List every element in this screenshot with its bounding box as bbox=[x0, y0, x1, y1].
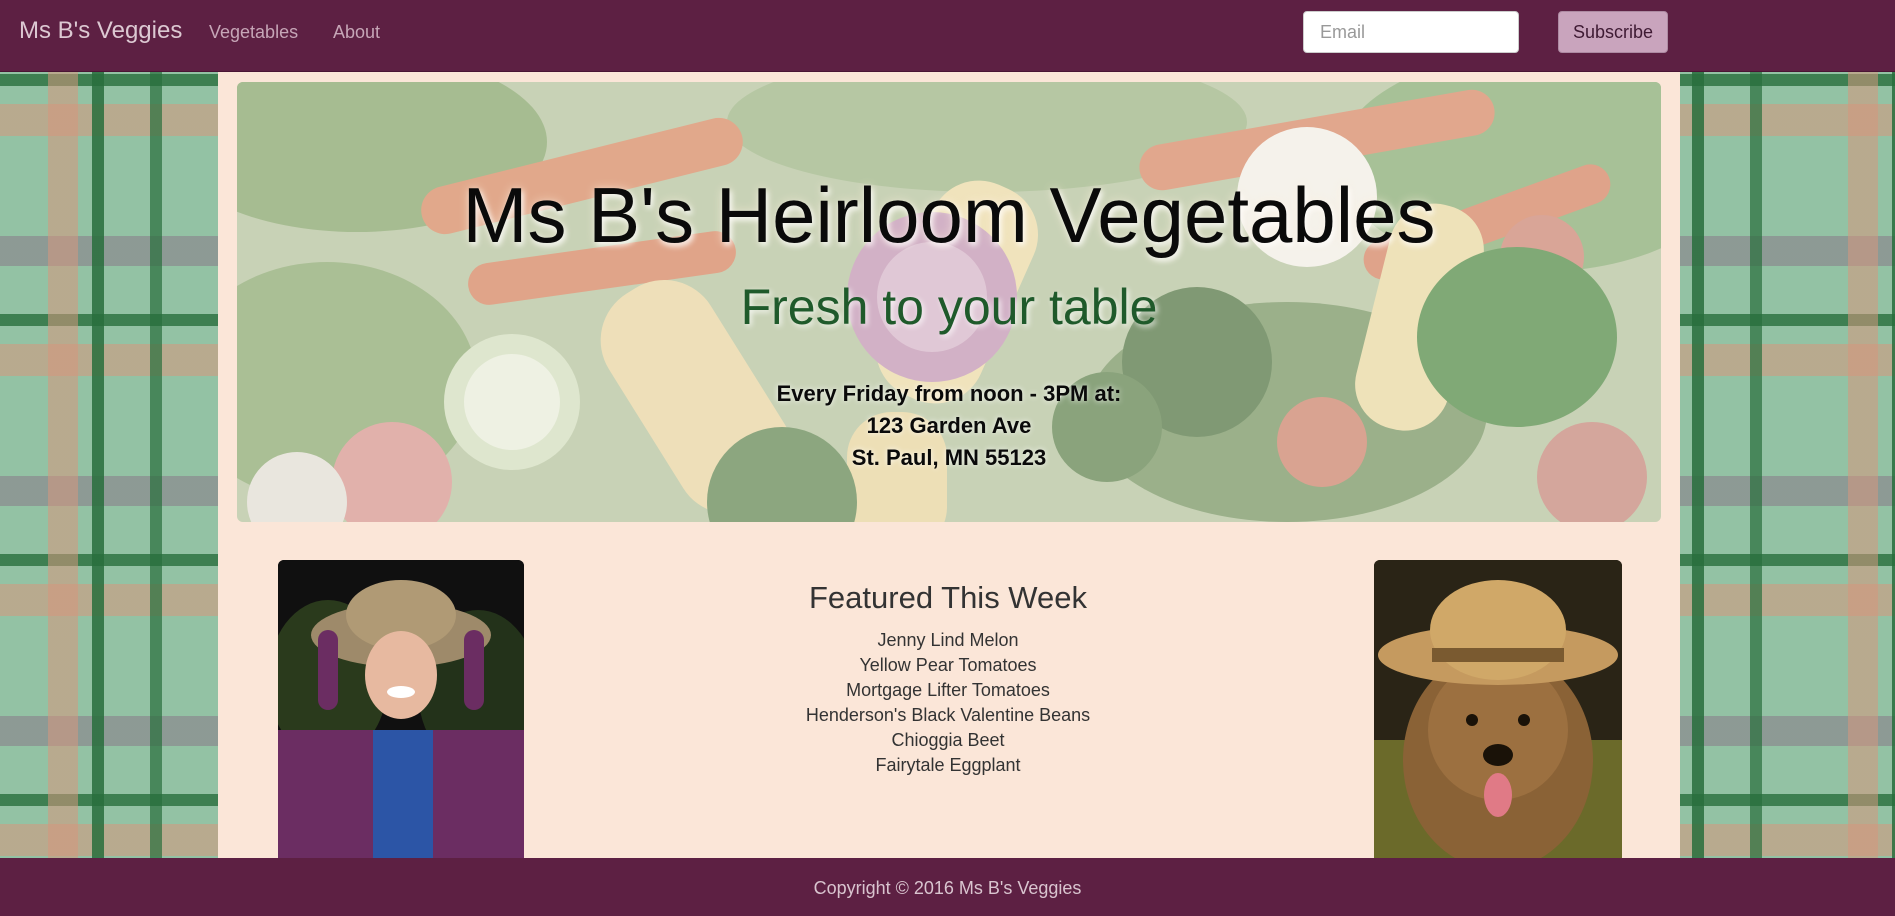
featured-list: Jenny Lind Melon Yellow Pear Tomatoes Mo… bbox=[678, 628, 1218, 778]
subscribe-button[interactable]: Subscribe bbox=[1558, 11, 1668, 53]
market-street: 123 Garden Ave bbox=[866, 413, 1032, 438]
main-content: Ms B's Heirloom Vegetables Fresh to your… bbox=[218, 72, 1680, 860]
featured-item: Jenny Lind Melon bbox=[877, 630, 1019, 650]
hero-banner: Ms B's Heirloom Vegetables Fresh to your… bbox=[237, 82, 1661, 522]
featured-item: Yellow Pear Tomatoes bbox=[859, 655, 1037, 675]
footer: Copyright © 2016 Ms B's Veggies bbox=[0, 858, 1895, 916]
woman-in-hat-photo bbox=[278, 560, 524, 860]
market-city: St. Paul, MN 55123 bbox=[851, 445, 1047, 470]
featured-item: Fairytale Eggplant bbox=[875, 755, 1021, 775]
featured-section: Featured This Week Jenny Lind Melon Yell… bbox=[678, 580, 1218, 778]
dog-in-hat-photo bbox=[1374, 560, 1622, 860]
email-input[interactable] bbox=[1303, 11, 1519, 53]
brand-link[interactable]: Ms B's Veggies bbox=[19, 17, 182, 45]
featured-heading: Featured This Week bbox=[809, 580, 1087, 615]
featured-item: Chioggia Beet bbox=[891, 730, 1005, 750]
featured-item: Mortgage Lifter Tomatoes bbox=[846, 680, 1050, 700]
navbar: Ms B's Veggies Vegetables About Subscrib… bbox=[0, 0, 1895, 72]
featured-item: Henderson's Black Valentine Beans bbox=[805, 705, 1091, 725]
hero-title: Ms B's Heirloom Vegetables bbox=[462, 171, 1436, 259]
market-info: Every Friday from noon - 3PM at: 123 Gar… bbox=[237, 378, 1661, 474]
copyright-text: Copyright © 2016 Ms B's Veggies bbox=[813, 878, 1082, 898]
market-schedule: Every Friday from noon - 3PM at: bbox=[776, 381, 1122, 406]
hero-subtitle: Fresh to your table bbox=[740, 279, 1158, 335]
nav-link-vegetables[interactable]: Vegetables bbox=[209, 22, 298, 43]
nav-link-about[interactable]: About bbox=[333, 22, 380, 43]
